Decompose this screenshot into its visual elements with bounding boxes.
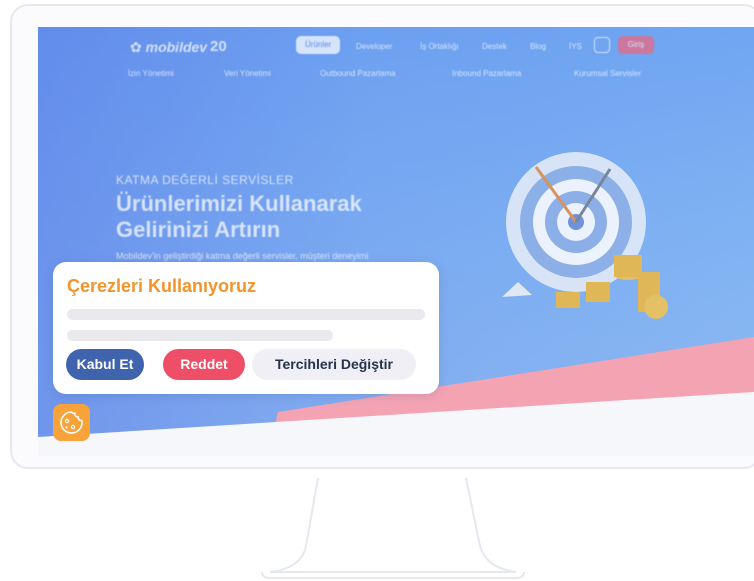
target-illustration [502, 152, 668, 319]
search-icon[interactable] [594, 37, 610, 53]
login-button[interactable]: Giriş [618, 36, 654, 54]
cookie-preferences-button[interactable]: Tercihleri Değiştir [252, 349, 416, 380]
hero-description: Mobildev'in geliştirdiği katma değerli s… [116, 251, 369, 261]
mobildev-logo[interactable]: ✿ mobildev [130, 39, 207, 56]
hero-title-line1: Ürünlerimizi Kullanarak [116, 191, 362, 216]
nav-is-ortakligi[interactable]: İş Ortaklığı [420, 42, 459, 51]
subnav-izin-yonetimi[interactable]: İzin Yönetimi [128, 69, 174, 78]
subnav-outbound[interactable]: Outbound Pazarlama [320, 69, 396, 78]
top-nav: ✿ mobildev 20 Ürünler Developer İş Ortak… [38, 35, 754, 57]
cookie-text-placeholder-line [67, 309, 425, 320]
cookie-settings-fab[interactable] [53, 404, 90, 441]
subnav-kurumsal[interactable]: Kurumsal Servisler [574, 69, 641, 78]
accept-cookies-button[interactable]: Kabul Et [66, 349, 144, 380]
hero-title-line2: Gelirinizi Artırın [116, 217, 281, 242]
cookie-text-placeholder-line [67, 330, 333, 341]
hero-title: Ürünlerimizi Kullanarak Gelirinizi Artır… [116, 191, 362, 243]
subnav-inbound[interactable]: Inbound Pazarlama [452, 69, 521, 78]
nav-iys[interactable]: İYS [569, 42, 582, 51]
hero-kicker: KATMA DEĞERLİ SERVİSLER [116, 173, 294, 187]
nav-blog[interactable]: Blog [530, 42, 546, 51]
subnav-veri-yonetimi[interactable]: Veri Yönetimi [224, 69, 271, 78]
nav-developer[interactable]: Developer [356, 42, 392, 51]
reject-cookies-button[interactable]: Reddet [163, 349, 245, 380]
cookie-consent-banner: Çerezleri Kullanıyoruz Kabul Et Reddet T… [53, 262, 439, 394]
nav-urunler[interactable]: Ürünler [296, 36, 341, 54]
nav-destek[interactable]: Destek [482, 42, 507, 51]
anniversary-badge: 20 [210, 38, 227, 55]
cookie-banner-title: Çerezleri Kullanıyoruz [67, 276, 257, 296]
cookie-icon [60, 411, 83, 434]
